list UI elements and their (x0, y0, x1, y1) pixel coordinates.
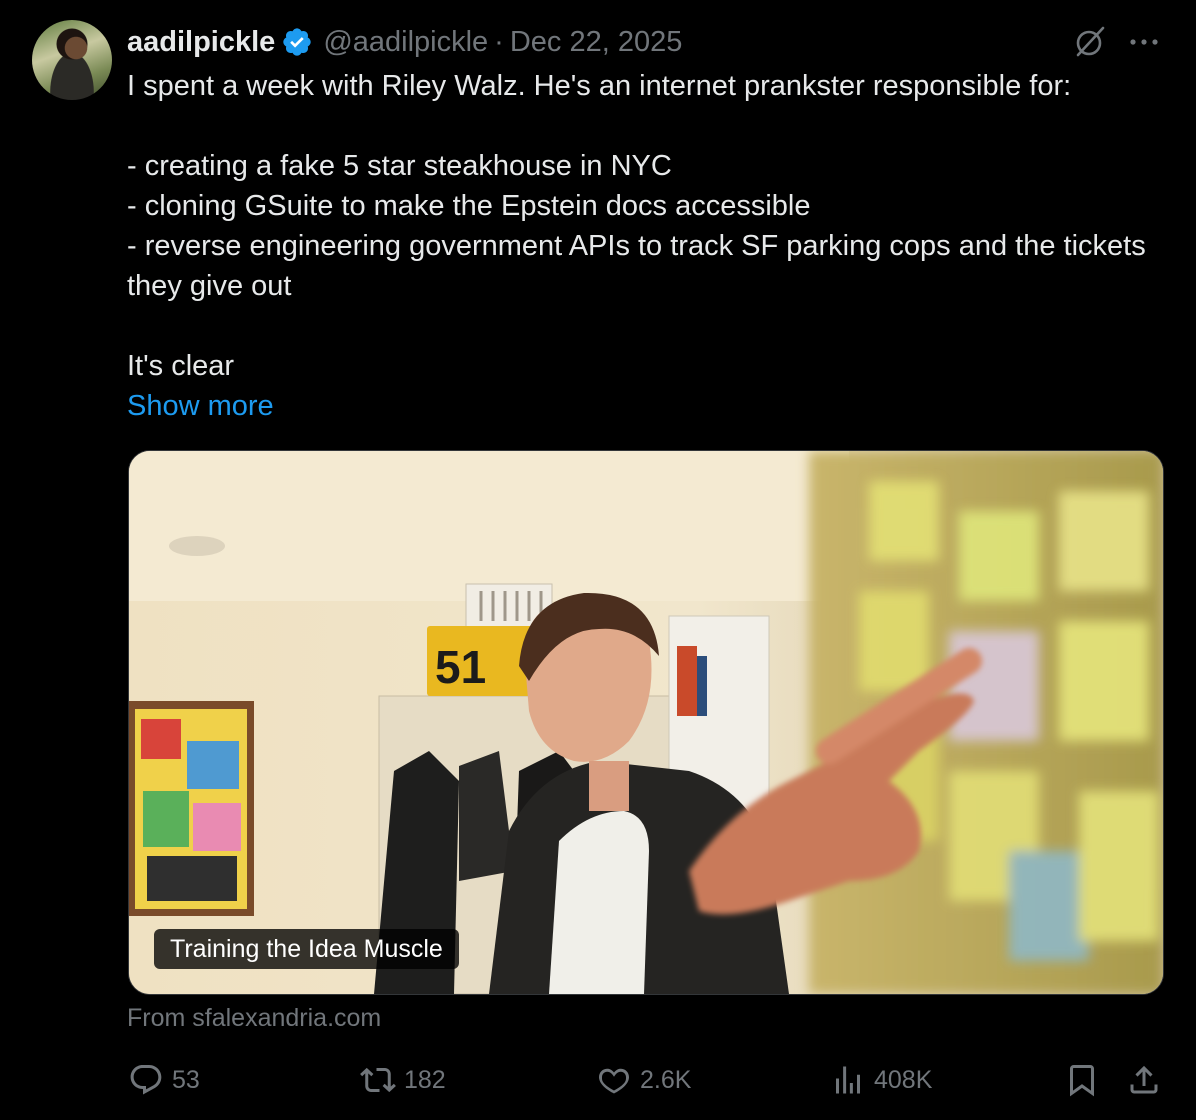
text-line: - creating a fake 5 star steakhouse in N… (127, 150, 672, 182)
share-icon (1130, 1065, 1158, 1094)
text-line: - reverse engineering government APIs to… (127, 230, 1146, 302)
media-caption: Training the Idea Muscle (154, 929, 459, 969)
views-icon (836, 1066, 860, 1094)
tweet-header: aadilpickle @aadilpickle · Dec 22, 2025 (127, 22, 682, 62)
verified-badge-icon (283, 28, 311, 56)
like-count: 2.6K (640, 1065, 692, 1094)
bookmark-icon (1070, 1065, 1094, 1097)
reply-icon (130, 1065, 162, 1095)
user-handle[interactable]: @aadilpickle (323, 26, 488, 59)
grok-icon[interactable] (1072, 24, 1108, 60)
tweet-date[interactable]: Dec 22, 2025 (510, 26, 683, 59)
media-card[interactable]: 51 Training the Idea Muscle (128, 450, 1164, 995)
repost-count: 182 (404, 1065, 446, 1094)
tweet-text: I spent a week with Riley Walz. He's an … (127, 66, 1157, 426)
separator: · (494, 25, 504, 58)
like-button[interactable]: 2.6K (596, 1058, 691, 1102)
text-line: It's clear (127, 350, 235, 382)
repost-icon (360, 1067, 396, 1093)
views-count: 408K (874, 1065, 933, 1094)
reply-button[interactable]: 53 (128, 1058, 200, 1102)
more-icon[interactable] (1124, 26, 1164, 58)
media-photo: 51 (129, 451, 1163, 994)
action-bar: 53 182 2.6K 408K (0, 1058, 1196, 1102)
views-button[interactable]: 408K (830, 1058, 932, 1102)
media-source-link[interactable]: From sfalexandria.com (127, 1001, 381, 1035)
avatar[interactable] (32, 20, 112, 100)
repost-button[interactable]: 182 (360, 1058, 446, 1102)
reply-count: 53 (172, 1065, 200, 1094)
text-line: I spent a week with Riley Walz. He's an … (127, 70, 1072, 102)
heart-icon (599, 1068, 629, 1094)
show-more-link[interactable]: Show more (127, 386, 1157, 426)
share-button[interactable] (1126, 1058, 1162, 1102)
display-name[interactable]: aadilpickle (127, 26, 275, 59)
bookmark-button[interactable] (1064, 1058, 1100, 1102)
room-number-sign: 51 (435, 641, 486, 693)
text-line: - cloning GSuite to make the Epstein doc… (127, 190, 811, 222)
